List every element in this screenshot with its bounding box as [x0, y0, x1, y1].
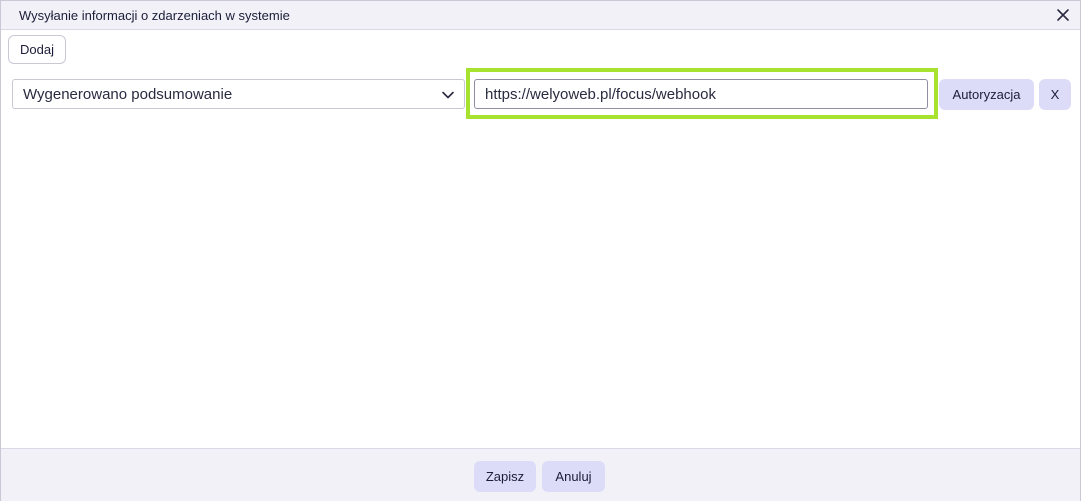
save-button[interactable]: Zapisz [474, 461, 536, 492]
authorization-button[interactable]: Autoryzacja [939, 79, 1034, 110]
event-type-select[interactable]: Wygenerowano podsumowanie [12, 79, 465, 109]
remove-row-button[interactable]: X [1039, 79, 1071, 110]
dialog-titlebar: Wysyłanie informacji o zdarzeniach w sys… [1, 1, 1080, 30]
cancel-button[interactable]: Anuluj [542, 461, 605, 492]
chevron-down-icon [441, 88, 455, 102]
dialog-title: Wysyłanie informacji o zdarzeniach w sys… [19, 8, 290, 23]
webhook-url-input[interactable] [474, 79, 928, 109]
close-icon[interactable] [1054, 6, 1072, 24]
add-button[interactable]: Dodaj [8, 35, 66, 64]
dialog-footer: Zapisz Anuluj [1, 448, 1080, 501]
webhook-dialog: Wysyłanie informacji o zdarzeniach w sys… [0, 0, 1081, 501]
event-type-value: Wygenerowano podsumowanie [23, 86, 233, 103]
